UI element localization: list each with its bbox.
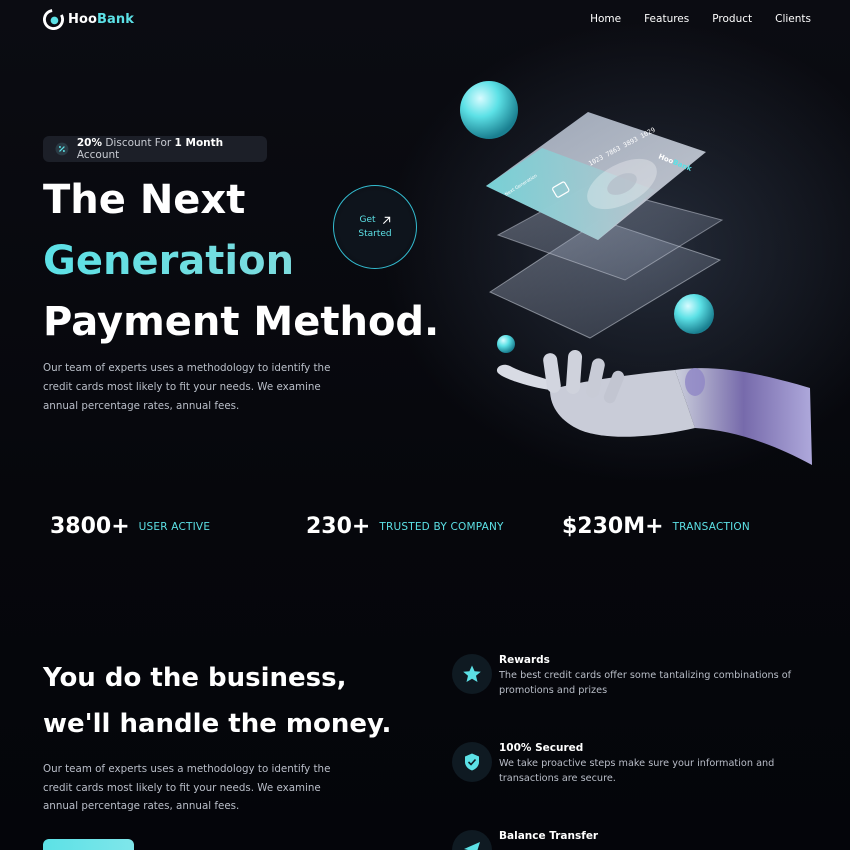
discount-highlight: 1 Month: [174, 137, 224, 149]
feature-balance-transfer: Balance Transfer: [452, 830, 812, 850]
stat-label: Trusted by Company: [379, 520, 504, 533]
feature-text: We take proactive steps make sure your i…: [499, 758, 775, 784]
business-title-line1: You do the business,: [43, 663, 347, 693]
nav-clients[interactable]: Clients: [775, 13, 811, 25]
get-started-line1: Get: [359, 215, 376, 225]
discount-text-before: Discount For: [105, 137, 172, 149]
business-description: Our team of experts uses a methodology t…: [43, 763, 331, 812]
feature-text: The best credit cards offer some tantali…: [499, 670, 792, 696]
logo-text: HooBank: [68, 12, 134, 27]
feature-title: 100% Secured: [499, 742, 584, 754]
star-icon: [463, 665, 481, 682]
discount-badge: 20% Discount For 1 Month Account: [43, 136, 267, 162]
robot-hand: [496, 350, 812, 465]
stat-value: 230+: [306, 514, 371, 539]
arrow-up-right-icon: [382, 216, 390, 224]
get-started-cta-button[interactable]: [43, 839, 134, 850]
stat-label: Transaction: [672, 520, 750, 533]
stat-transactions: $230M+ Transaction: [562, 514, 750, 539]
logo-mark-icon: [43, 9, 64, 30]
send-icon: [464, 842, 480, 850]
feature-icon-wrap: [452, 830, 492, 850]
stat-users: 3800+ User Active: [50, 514, 210, 539]
feature-icon-wrap: [452, 742, 492, 782]
nav-features[interactable]: Features: [644, 13, 689, 25]
discount-text-after: Account: [76, 149, 120, 161]
discount-icon: [55, 142, 69, 156]
nav-product[interactable]: Product: [712, 13, 752, 25]
feature-title: Rewards: [499, 654, 550, 666]
feature-secured: 100% Secured We take proactive steps mak…: [452, 742, 812, 802]
sphere-small: [497, 335, 515, 353]
hero-illustration: 1023 7863 3893 1029 HooBank Next Generat…: [460, 81, 812, 465]
feature-icon-wrap: [452, 654, 492, 694]
main-nav: Home Features Product Clients: [590, 13, 811, 25]
business-title: You do the business, we'll handle the mo…: [43, 655, 391, 747]
hero-title-line3: Payment Method.: [43, 299, 440, 345]
discount-percent: 20%: [76, 137, 102, 149]
sphere-large: [460, 81, 518, 139]
stats-bar: 3800+ User Active 230+ Trusted by Compan…: [50, 514, 830, 546]
shield-icon: [465, 753, 479, 771]
get-started-row: Get: [359, 213, 390, 227]
page: HooBank Home Features Product Clients 20…: [0, 0, 850, 850]
sphere-medium: [674, 294, 714, 334]
get-started-button[interactable]: Get Started: [333, 185, 417, 269]
stat-label: User Active: [138, 520, 211, 533]
business-title-line2: we'll handle the money.: [43, 709, 392, 739]
hero-description: Our team of experts uses a methodology t…: [43, 362, 331, 412]
discount-text: 20% Discount For 1 Month Account: [77, 137, 267, 161]
get-started-row2: Started: [358, 227, 391, 241]
nav-home[interactable]: Home: [590, 13, 621, 25]
feature-title: Balance Transfer: [499, 830, 599, 842]
robot-wrist-joint: [685, 368, 705, 396]
logo-text-part2: Bank: [97, 12, 135, 27]
get-started-line2: Started: [358, 229, 392, 239]
stat-value: $230M+: [562, 514, 664, 539]
feature-rewards: Rewards The best credit cards offer some…: [452, 654, 812, 714]
stat-value: 3800+: [50, 514, 130, 539]
stat-companies: 230+ Trusted by Company: [306, 514, 504, 539]
logo-text-part1: Hoo: [68, 12, 98, 27]
logo[interactable]: HooBank: [43, 9, 134, 30]
